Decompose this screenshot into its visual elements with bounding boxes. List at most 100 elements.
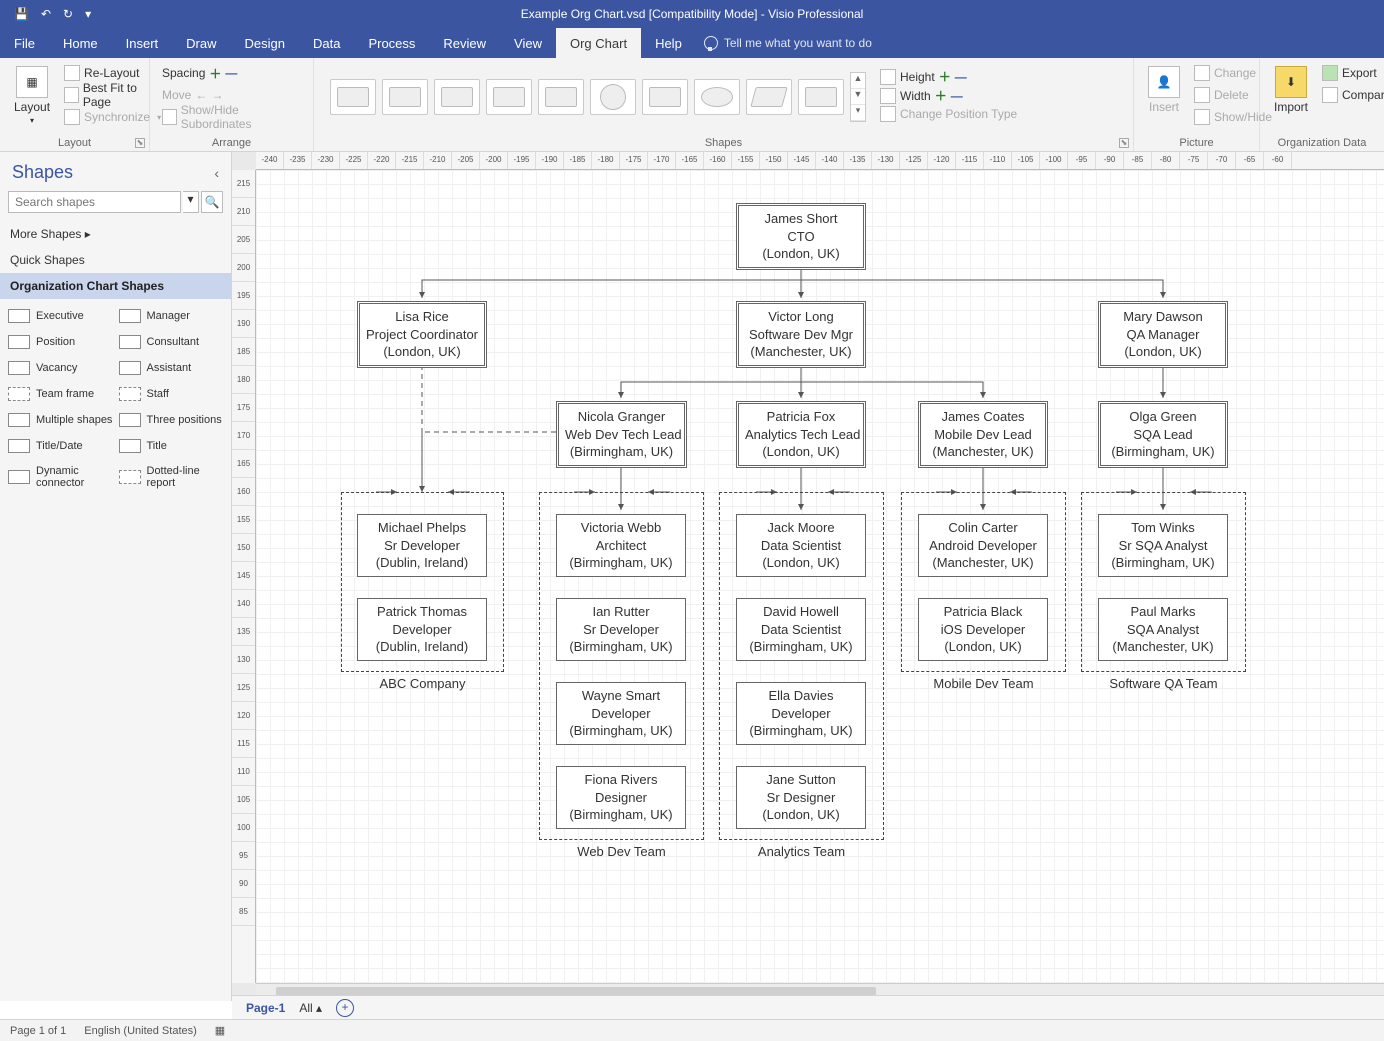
shape-style-4[interactable] — [486, 79, 532, 115]
tab-orgchart[interactable]: Org Chart — [556, 28, 641, 58]
search-dropdown[interactable]: ▾ — [183, 191, 199, 213]
node-nicola[interactable]: Nicola GrangerWeb Dev Tech Lead(Birmingh… — [556, 401, 687, 468]
node-jamesc[interactable]: James CoatesMobile Dev Lead(Manchester, … — [918, 401, 1048, 468]
shape-style-6[interactable] — [590, 79, 636, 115]
more-shapes-link[interactable]: More Shapes ▸ — [0, 221, 231, 247]
gallery-up[interactable]: ▲ — [851, 73, 865, 89]
tab-data[interactable]: Data — [299, 28, 354, 58]
tab-process[interactable]: Process — [354, 28, 429, 58]
export-button[interactable]: Export — [1318, 62, 1384, 84]
shape-item-consultant[interactable]: Consultant — [119, 335, 224, 349]
shape-style-9[interactable] — [746, 79, 792, 115]
new-page-button[interactable]: + — [336, 999, 354, 1017]
shape-style-7[interactable] — [642, 79, 688, 115]
shapes-launcher[interactable]: ⬊ — [1119, 138, 1129, 148]
shape-item-three-positions[interactable]: Three positions — [119, 413, 224, 427]
undo-icon[interactable]: ↶ — [41, 7, 51, 21]
node-patricia[interactable]: Patricia FoxAnalytics Tech Lead(London, … — [736, 401, 866, 468]
all-pages-button[interactable]: All ▴ — [299, 1001, 322, 1015]
change-position-button[interactable]: Change Position Type — [880, 106, 1017, 122]
shape-item-manager[interactable]: Manager — [119, 309, 224, 323]
node-mary[interactable]: Mary DawsonQA Manager(London, UK) — [1098, 301, 1228, 368]
shape-style-8[interactable] — [694, 79, 740, 115]
compare-button[interactable]: Compare — [1318, 84, 1384, 106]
gallery-down[interactable]: ▼ — [851, 89, 865, 105]
shape-item-vacancy[interactable]: Vacancy — [8, 361, 113, 375]
width-plus[interactable]: ＋ — [935, 87, 947, 104]
shape-style-5[interactable] — [538, 79, 584, 115]
move-left[interactable]: ← — [195, 88, 207, 102]
height-plus[interactable]: ＋ — [939, 68, 951, 85]
shape-item-position[interactable]: Position — [8, 335, 113, 349]
search-shapes-input[interactable] — [8, 191, 181, 213]
node-patrick[interactable]: Patrick ThomasDeveloper(Dublin, Ireland) — [357, 598, 487, 661]
node-colin[interactable]: Colin CarterAndroid Developer(Manchester… — [918, 514, 1048, 577]
shape-style-2[interactable] — [382, 79, 428, 115]
shape-item-dynamic-connector[interactable]: Dynamic connector — [8, 465, 113, 489]
node-david[interactable]: David HowellData Scientist(Birmingham, U… — [736, 598, 866, 661]
node-jack[interactable]: Jack MooreData Scientist(London, UK) — [736, 514, 866, 577]
canvas[interactable]: James ShortCTO(London, UK) Lisa RiceProj… — [256, 170, 1384, 983]
relayout-icon — [64, 65, 80, 81]
tab-view[interactable]: View — [500, 28, 556, 58]
node-paul[interactable]: Paul MarksSQA Analyst(Manchester, UK) — [1098, 598, 1228, 661]
qat-dropdown-icon[interactable]: ▾ — [85, 7, 91, 21]
node-fiona[interactable]: Fiona RiversDesigner(Birmingham, UK) — [556, 766, 686, 829]
search-button[interactable]: 🔍 — [201, 191, 223, 213]
node-patriciab[interactable]: Patricia BlackiOS Developer(London, UK) — [918, 598, 1048, 661]
collapse-panel-icon[interactable]: ‹ — [214, 165, 219, 181]
node-tom[interactable]: Tom WinksSr SQA Analyst(Birmingham, UK) — [1098, 514, 1228, 577]
shape-item-title[interactable]: Title — [119, 439, 224, 453]
showhide-sub-button[interactable]: Show/Hide Subordinates — [158, 106, 305, 128]
shape-style-3[interactable] — [434, 79, 480, 115]
height-minus[interactable]: — — [955, 70, 967, 84]
width-minus[interactable]: — — [951, 89, 963, 103]
shape-style-1[interactable] — [330, 79, 376, 115]
shape-item-title-date[interactable]: Title/Date — [8, 439, 113, 453]
tab-review[interactable]: Review — [429, 28, 500, 58]
node-olga[interactable]: Olga GreenSQA Lead(Birmingham, UK) — [1098, 401, 1228, 468]
node-wayne[interactable]: Wayne SmartDeveloper(Birmingham, UK) — [556, 682, 686, 745]
node-victoria[interactable]: Victoria WebbArchitect(Birmingham, UK) — [556, 514, 686, 577]
node-ian[interactable]: Ian RutterSr Developer(Birmingham, UK) — [556, 598, 686, 661]
tab-home[interactable]: Home — [49, 28, 112, 58]
spacing-minus[interactable]: — — [225, 66, 237, 80]
shape-item-multiple-shapes[interactable]: Multiple shapes — [8, 413, 113, 427]
insert-picture-button[interactable]: 👤 Insert — [1142, 62, 1186, 128]
shape-item-icon — [8, 387, 30, 401]
shape-item-team-frame[interactable]: Team frame — [8, 387, 113, 401]
spacing-plus[interactable]: ＋ — [209, 65, 221, 82]
tab-file[interactable]: File — [0, 28, 49, 58]
layout-button[interactable]: ▦ Layout ▾ — [8, 62, 56, 129]
group-label-orgdata: Organization Data — [1260, 137, 1384, 149]
tell-me-search[interactable]: Tell me what you want to do — [696, 28, 872, 58]
shape-item-assistant[interactable]: Assistant — [119, 361, 224, 375]
tab-draw[interactable]: Draw — [172, 28, 230, 58]
node-ella[interactable]: Ella DaviesDeveloper(Birmingham, UK) — [736, 682, 866, 745]
node-lisa[interactable]: Lisa RiceProject Coordinator(London, UK) — [357, 301, 487, 368]
change-picture-icon — [1194, 65, 1210, 81]
layout-launcher[interactable]: ⬊ — [135, 138, 145, 148]
shape-style-10[interactable] — [798, 79, 844, 115]
import-button[interactable]: ⬇ Import — [1268, 62, 1314, 118]
tab-design[interactable]: Design — [231, 28, 299, 58]
shape-item-dotted-line-report[interactable]: Dotted-line report — [119, 465, 224, 489]
save-icon[interactable]: 💾 — [14, 7, 29, 21]
shape-gallery[interactable]: ▲ ▼ ▾ — [322, 62, 874, 132]
tab-help[interactable]: Help — [641, 28, 696, 58]
macro-icon[interactable]: ▦ — [215, 1024, 225, 1037]
redo-icon[interactable]: ↻ — [63, 7, 73, 21]
node-cto[interactable]: James ShortCTO(London, UK) — [736, 203, 866, 270]
node-michael[interactable]: Michael PhelpsSr Developer(Dublin, Irela… — [357, 514, 487, 577]
gallery-more[interactable]: ▾ — [851, 105, 865, 121]
node-victor[interactable]: Victor LongSoftware Dev Mgr(Manchester, … — [736, 301, 866, 368]
page-tab-1[interactable]: Page-1 — [246, 1001, 285, 1015]
chevron-right-icon: ▸ — [85, 227, 91, 241]
move-right[interactable]: → — [211, 88, 223, 102]
tab-insert[interactable]: Insert — [112, 28, 173, 58]
shape-item-staff[interactable]: Staff — [119, 387, 224, 401]
quick-shapes-link[interactable]: Quick Shapes — [0, 247, 231, 273]
stencil-orgchart[interactable]: Organization Chart Shapes — [0, 273, 231, 299]
node-jane[interactable]: Jane SuttonSr Designer(London, UK) — [736, 766, 866, 829]
shape-item-executive[interactable]: Executive — [8, 309, 113, 323]
